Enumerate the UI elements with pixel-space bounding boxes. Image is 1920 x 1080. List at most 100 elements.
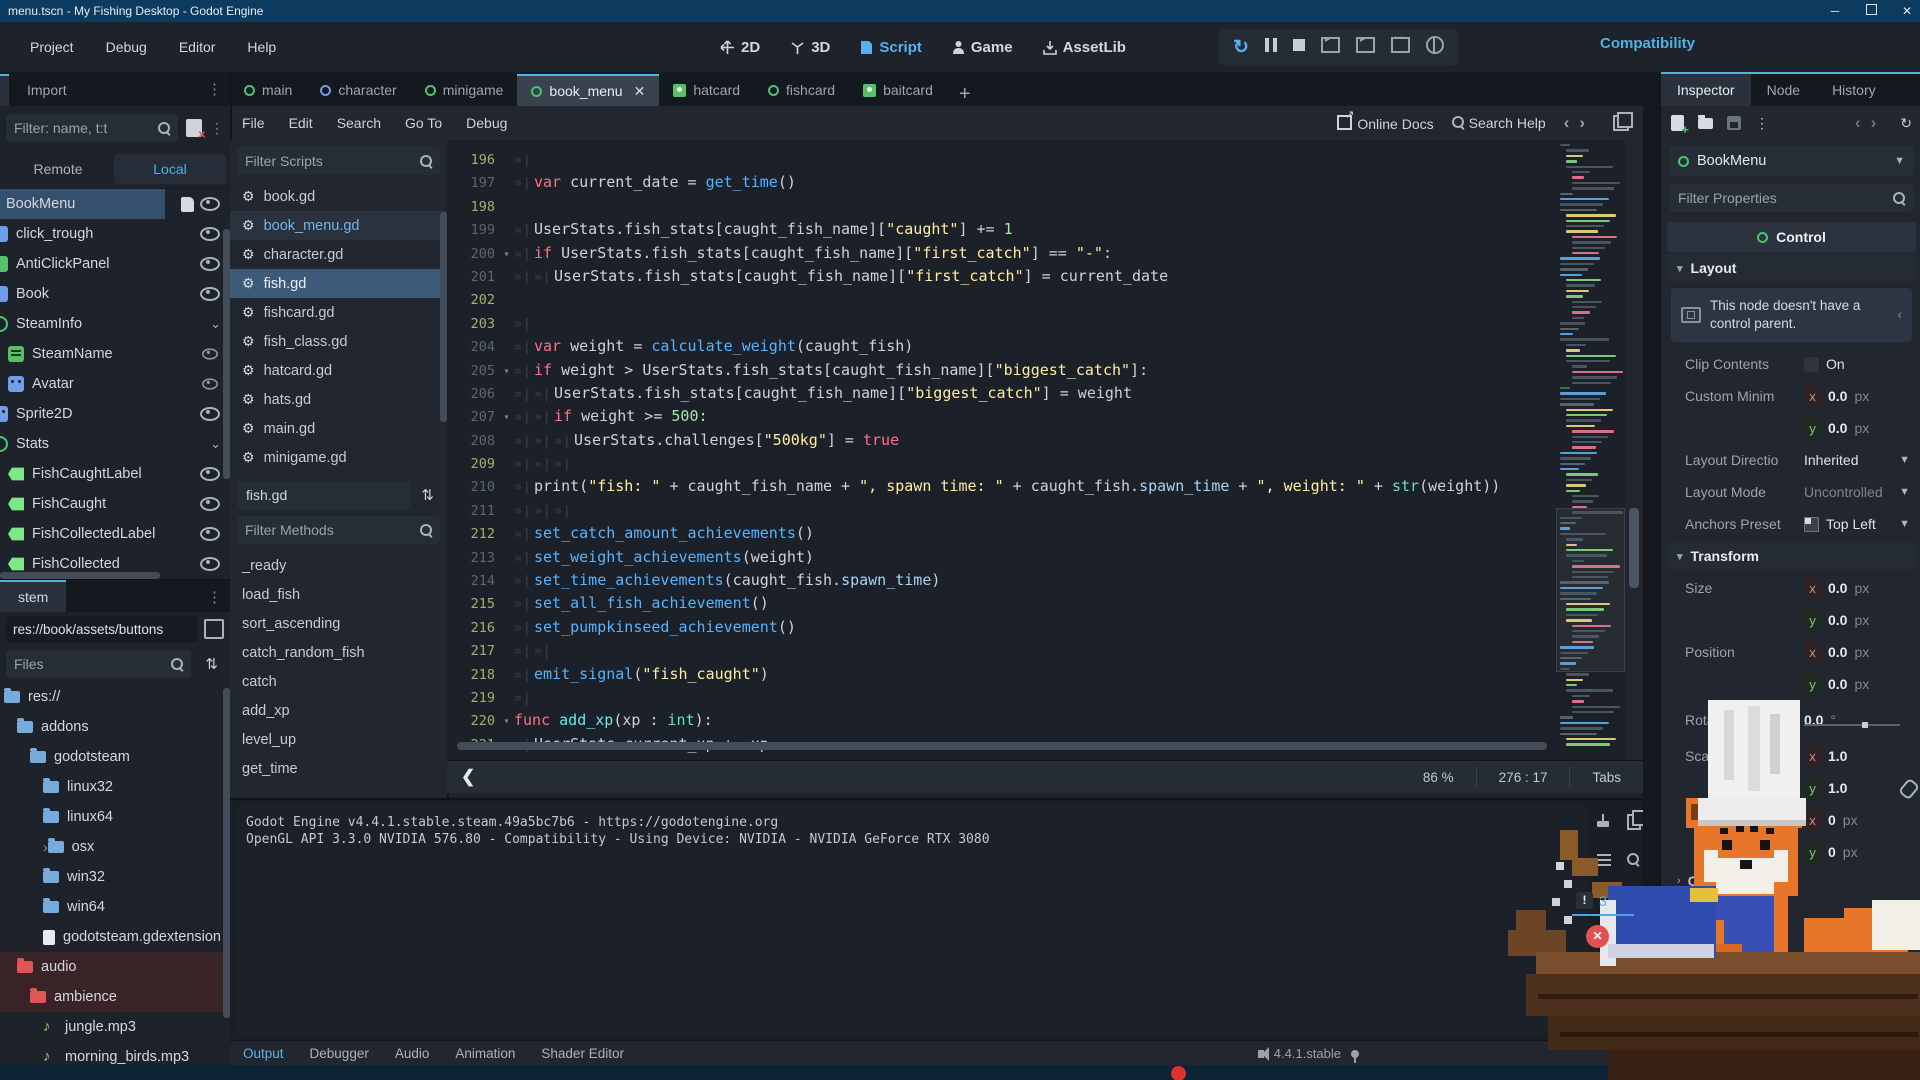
script-item-minigame.gd[interactable]: ⚙minigame.gd (230, 443, 447, 472)
script-item-book.gd[interactable]: ⚙book.gd (230, 182, 447, 211)
filesystem-path[interactable]: res://book/assets/buttons (6, 616, 198, 642)
scene-tab-character[interactable]: character (306, 74, 410, 106)
new-resource-icon[interactable] (1671, 115, 1684, 131)
fs-item-win64[interactable]: win64 (0, 892, 230, 922)
collapse-chevron-icon[interactable]: ⌄ (210, 436, 221, 452)
method-item-add_xp[interactable]: add_xp (230, 696, 447, 725)
scene-tab-main[interactable]: main (230, 74, 306, 106)
search-help-button[interactable]: Search Help (1452, 115, 1546, 131)
speaker-icon[interactable] (1258, 1050, 1264, 1058)
property-size-y[interactable]: y0.0px (1661, 604, 1920, 636)
filter-scripts-input[interactable]: Filter Scripts (237, 147, 440, 175)
load-resource-icon[interactable] (1698, 118, 1713, 129)
filter-methods-input[interactable]: Filter Methods (237, 516, 440, 544)
code-editor[interactable]: 196»|197»|var current_date = get_time()1… (447, 140, 1643, 760)
property-layout-directio[interactable]: Layout DirectioInherited▼ (1661, 444, 1920, 476)
method-item-level_up[interactable]: level_up (230, 725, 447, 754)
online-docs-button[interactable]: Online Docs (1337, 115, 1433, 132)
visibility-eye-icon[interactable] (200, 557, 220, 571)
property-layout-mode[interactable]: Layout ModeUncontrolled▼ (1661, 476, 1920, 508)
minimize-button[interactable]: ─ (1828, 4, 1842, 18)
fold-arrow-icon[interactable]: ▾ (499, 710, 514, 733)
files-filter-input[interactable]: Files (6, 650, 191, 678)
script-item-book_menu.gd[interactable]: ⚙book_menu.gd (230, 211, 447, 240)
script-item-fishcard.gd[interactable]: ⚙fishcard.gd (230, 298, 447, 327)
fs-item-linux32[interactable]: linux32 (0, 772, 230, 802)
scene-node-SteamName[interactable]: SteamName (0, 339, 230, 369)
warning-badge[interactable]: ! 3 (1576, 892, 1607, 909)
fs-item-audio[interactable]: audio (0, 952, 230, 982)
scene-node-Stats[interactable]: Stats⌄ (0, 429, 230, 459)
property-custom-minim-x[interactable]: Custom Minimx0.0px (1661, 380, 1920, 412)
history-back-button[interactable]: ‹ (1564, 113, 1580, 132)
scene-node-BookMenu[interactable]: BookMenu (0, 189, 230, 219)
remote-debug-button[interactable] (1321, 37, 1340, 57)
script-item-character.gd[interactable]: ⚙character.gd (230, 240, 447, 269)
scene-tab-book_menu[interactable]: book_menu✕ (517, 74, 659, 106)
method-item-catch_random_fish[interactable]: catch_random_fish (230, 638, 447, 667)
workspace-game[interactable]: Game (942, 34, 1023, 61)
zoom-level[interactable]: 86 % (1401, 767, 1476, 787)
renderer-selector[interactable]: Compatibility (1600, 35, 1695, 52)
movie-maker-button[interactable] (1426, 36, 1444, 58)
scene-node-Avatar[interactable]: Avatar (0, 369, 230, 399)
method-item-load_fish[interactable]: load_fish (230, 580, 447, 609)
method-item-get_time[interactable]: get_time (230, 754, 447, 783)
scene-node-AntiClickPanel[interactable]: AntiClickPanel (0, 249, 230, 279)
close-button[interactable]: ✕ (1900, 4, 1914, 18)
visibility-eye-icon[interactable] (202, 378, 218, 389)
code-minimap[interactable] (1556, 140, 1623, 760)
scene-node-FishCollectedLabel[interactable]: FishCollectedLabel (0, 519, 230, 549)
save-resource-icon[interactable] (1727, 116, 1741, 130)
property-custom-minim-y[interactable]: y0.0px (1661, 412, 1920, 444)
bottom-tab-animation[interactable]: Animation (442, 1046, 528, 1061)
workspace-3d[interactable]: 3D (780, 34, 840, 61)
inspector-forward-icon[interactable]: › (1871, 113, 1887, 132)
edited-node-selector[interactable]: BookMenu ▼ (1669, 146, 1914, 176)
vector-field[interactable]: x0.0px (1804, 385, 1869, 407)
property-anchors-preset[interactable]: Anchors PresetTop Left▼ (1661, 508, 1920, 540)
tree-options-icon[interactable]: ⋮ (210, 120, 224, 137)
dropdown-value[interactable]: Inherited (1804, 452, 1858, 468)
menu-debug[interactable]: Debug (94, 34, 159, 60)
fs-item-godotsteam-gdextension[interactable]: godotsteam.gdextension (0, 922, 230, 952)
tab-filesystem[interactable]: stem (0, 580, 66, 612)
play-reload-button[interactable]: ↻ (1233, 38, 1249, 57)
menu-editor[interactable]: Editor (167, 34, 228, 60)
history-icon[interactable]: ↻ (1900, 115, 1912, 132)
stop-button[interactable] (1293, 39, 1305, 55)
scene-node-FishCaught[interactable]: FishCaught (0, 489, 230, 519)
script-item-fish.gd[interactable]: ⚙fish.gd (230, 269, 447, 298)
script-menu-go-to[interactable]: Go To (393, 111, 454, 135)
scene-tree-hscrollbar[interactable] (0, 572, 160, 579)
workspace-2d[interactable]: 2D (710, 34, 770, 61)
fs-item-ambience[interactable]: ambience (0, 982, 230, 1012)
scene-filter-input[interactable]: Filter: name, t:t (6, 114, 178, 142)
resource-options-icon[interactable]: ⋮ (1755, 115, 1769, 132)
dropdown-value[interactable]: Top Left (1804, 516, 1876, 532)
visibility-eye-icon[interactable] (202, 348, 218, 359)
scene-tree-scrollbar[interactable] (223, 229, 230, 479)
attached-script-icon[interactable] (181, 197, 194, 212)
editor-scrollbar[interactable] (1625, 140, 1643, 760)
script-item-fish_class.gd[interactable]: ⚙fish_class.gd (230, 327, 447, 356)
bottom-tab-audio[interactable]: Audio (382, 1046, 443, 1061)
maximize-button[interactable] (1864, 4, 1878, 18)
visibility-eye-icon[interactable] (200, 467, 220, 481)
chevron-left-icon[interactable]: ‹ (1898, 306, 1903, 324)
bottom-tab-output[interactable]: Output (230, 1046, 297, 1061)
visibility-eye-icon[interactable] (200, 287, 220, 301)
script-menu-file[interactable]: File (230, 111, 277, 135)
visibility-eye-icon[interactable] (200, 527, 220, 541)
inspector-tab-node[interactable]: Node (1751, 74, 1816, 106)
file-sort-icon[interactable]: ⇅ (199, 655, 224, 673)
scene-tab-fishcard[interactable]: fishcard (754, 74, 849, 106)
script-list-scrollbar[interactable] (440, 212, 447, 422)
property-size-x[interactable]: Sizex0.0px (1661, 572, 1920, 604)
expand-arrow-icon[interactable]: › (43, 839, 48, 855)
fs-item-res---[interactable]: res:// (0, 682, 230, 712)
fold-arrow-icon[interactable]: ▾ (499, 243, 514, 266)
local-button[interactable]: Local (114, 154, 226, 184)
play-scene-button[interactable] (1356, 37, 1375, 57)
fs-item-win32[interactable]: win32 (0, 862, 230, 892)
